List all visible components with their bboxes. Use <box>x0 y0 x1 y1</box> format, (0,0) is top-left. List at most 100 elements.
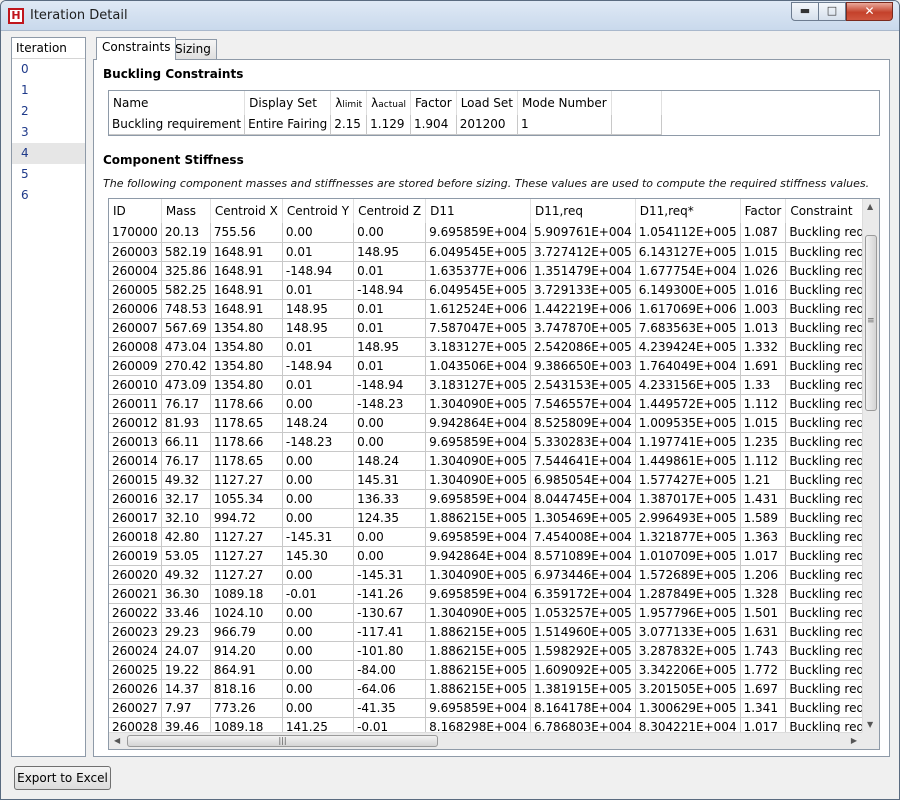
table-cell: Buckling requirement, Mode <box>785 413 862 433</box>
table-row[interactable]: 260025 19.22 864.91 0.00 -84.00 1.886215E+005… <box>109 660 862 680</box>
table-cell: 260010 <box>109 375 162 395</box>
table-row[interactable]: 260018 42.80 1127.27 -145.31 0.00 9.695859E+0… <box>109 527 862 547</box>
iteration-item-3[interactable]: 3 <box>12 122 85 143</box>
table-cell: Buckling requirement, Mode <box>785 679 862 699</box>
iteration-item-5[interactable]: 5 <box>12 164 85 185</box>
table-row[interactable]: 260005 582.25 1648.91 0.01 -148.94 6.049545E+… <box>109 280 862 300</box>
column-header-centroid-x[interactable]: Centroid X <box>210 199 283 223</box>
grip-icon: ||| <box>278 736 287 745</box>
table-cell: 1.341 <box>740 698 787 718</box>
table-cell: Buckling requirement, Mode <box>785 451 862 471</box>
table-cell: 0.00 <box>353 432 427 452</box>
table-cell: 39.46 <box>161 717 211 732</box>
table-row[interactable]: 260028 39.46 1089.18 141.25 -0.01 8.168298E+0… <box>109 717 862 732</box>
table-row[interactable]: 260019 53.05 1127.27 145.30 0.00 9.942864E+00… <box>109 546 862 566</box>
table-row[interactable]: 260012 81.93 1178.65 148.24 0.00 9.942864E+00… <box>109 413 862 433</box>
table-cell: 0.00 <box>282 470 355 490</box>
iteration-item-4[interactable]: 4 <box>12 143 85 164</box>
column-header-load-set[interactable]: Load Set <box>456 91 519 115</box>
table-cell: -145.31 <box>282 527 355 547</box>
maximize-button[interactable]: □ <box>818 2 846 21</box>
table-cell: 1648.91 <box>210 280 283 300</box>
table-row[interactable]: 170000 20.13 755.56 0.00 0.00 9.695859E+004 5.… <box>109 223 862 243</box>
table-row[interactable]: 260003 582.19 1648.91 0.01 148.95 6.049545E+0… <box>109 242 862 262</box>
table-cell: 9.386650E+003 <box>530 356 636 376</box>
iteration-item-2[interactable]: 2 <box>12 101 85 122</box>
table-cell: 1.886215E+005 <box>425 508 531 528</box>
table-row[interactable]: 260008 473.04 1354.80 0.01 148.95 3.183127E+0… <box>109 337 862 357</box>
horizontal-scrollbar[interactable]: ◀ ||| ▶ <box>109 732 862 749</box>
table-row[interactable]: 260007 567.69 1354.80 148.95 0.01 7.587047E+0… <box>109 318 862 338</box>
scroll-right-arrow-icon[interactable]: ▶ <box>851 736 857 745</box>
table-row[interactable]: 260023 29.23 966.79 0.00 -117.41 1.886215E+00… <box>109 622 862 642</box>
scroll-left-arrow-icon[interactable]: ◀ <box>114 736 120 745</box>
column-header-d11-req[interactable]: D11,req <box>530 199 636 223</box>
table-cell: 8.044745E+004 <box>530 489 636 509</box>
table-row[interactable]: 260017 32.10 994.72 0.00 124.35 1.886215E+005… <box>109 508 862 528</box>
table-cell: 49.32 <box>161 470 211 490</box>
table-row[interactable]: 260004 325.86 1648.91 -148.94 0.01 1.635377E+… <box>109 261 862 281</box>
table-cell: 36.30 <box>161 584 211 604</box>
iteration-item-6[interactable]: 6 <box>12 185 85 206</box>
table-cell: 1.617069E+006 <box>635 299 741 319</box>
table-row[interactable]: 260027 7.97 773.26 0.00 -41.35 9.695859E+004 8… <box>109 698 862 718</box>
title-bar[interactable]: H Iteration Detail ▬ □ ✕ <box>1 1 899 31</box>
column-header-lambda-actual[interactable]: λactual <box>366 91 411 115</box>
table-cell: 2.543153E+005 <box>530 375 636 395</box>
table-cell: 1.886215E+005 <box>425 641 531 661</box>
table-row[interactable]: 260022 33.46 1024.10 0.00 -130.67 1.304090E+0… <box>109 603 862 623</box>
table-cell: 3.287832E+005 <box>635 641 741 661</box>
table-cell: 6.973446E+004 <box>530 565 636 585</box>
table-cell: 2.542086E+005 <box>530 337 636 357</box>
column-header-id[interactable]: ID <box>109 199 162 223</box>
table-cell: 260026 <box>109 679 162 699</box>
minimize-button[interactable]: ▬ <box>791 2 819 21</box>
column-header-d11[interactable]: D11 <box>425 199 531 223</box>
table-cell: 0.00 <box>353 546 427 566</box>
table-cell: 8.168298E+004 <box>425 717 531 732</box>
tab-constraints[interactable]: Constraints <box>96 37 177 60</box>
table-cell: 1.304090E+005 <box>425 451 531 471</box>
table-row[interactable]: 260024 24.07 914.20 0.00 -101.80 1.886215E+00… <box>109 641 862 661</box>
column-header-name[interactable]: Name <box>109 91 246 115</box>
table-row[interactable]: 260013 66.11 1178.66 -148.23 0.00 9.695859E+0… <box>109 432 862 452</box>
table-cell: 1.387017E+005 <box>635 489 741 509</box>
horizontal-scroll-thumb[interactable]: ||| <box>127 735 438 747</box>
table-cell: 1.304090E+005 <box>425 565 531 585</box>
column-header-lambda-limit[interactable]: λlimit <box>330 91 368 115</box>
column-header-mass[interactable]: Mass <box>161 199 211 223</box>
scroll-up-arrow-icon[interactable]: ▲ <box>867 202 873 211</box>
vertical-scroll-thumb[interactable]: ≡ <box>865 235 877 411</box>
table-row[interactable]: 260014 76.17 1178.65 0.00 148.24 1.304090E+00… <box>109 451 862 471</box>
table-cell: 1178.66 <box>210 432 283 452</box>
column-header-factor[interactable]: Factor <box>740 199 787 223</box>
column-header-factor[interactable]: Factor <box>410 91 457 115</box>
table-row[interactable]: 260011 76.17 1178.66 0.00 -148.23 1.304090E+0… <box>109 394 862 414</box>
table-row[interactable]: 260009 270.42 1354.80 -148.94 0.01 1.043506E+… <box>109 356 862 376</box>
table-cell: Buckling requirement, Mode <box>785 546 862 566</box>
export-to-excel-button[interactable]: Export to Excel <box>14 766 111 790</box>
scroll-down-arrow-icon[interactable]: ▼ <box>867 720 873 729</box>
table-row[interactable]: 260021 36.30 1089.18 -0.01 -141.26 9.695859E+… <box>109 584 862 604</box>
column-header-d11-req-[interactable]: D11,req* <box>635 199 741 223</box>
table-cell: -148.23 <box>353 394 427 414</box>
table-row[interactable]: 260006 748.53 1648.91 148.95 0.01 1.612524E+0… <box>109 299 862 319</box>
column-header-centroid-y[interactable]: Centroid Y <box>282 199 355 223</box>
table-cell: 66.11 <box>161 432 211 452</box>
vertical-scrollbar[interactable]: ▲ ≡ ▼ <box>862 199 879 732</box>
table-row[interactable]: 260015 49.32 1127.27 0.00 145.31 1.304090E+00… <box>109 470 862 490</box>
buckling-row[interactable]: Buckling requirement Entire Fairing 2.15 1.… <box>109 115 662 135</box>
table-cell: 260028 <box>109 717 162 732</box>
close-button[interactable]: ✕ <box>846 2 893 21</box>
table-row[interactable]: 260020 49.32 1127.27 0.00 -145.31 1.304090E+0… <box>109 565 862 585</box>
iteration-item-0[interactable]: 0 <box>12 59 85 80</box>
column-header-constraint[interactable]: Constraint <box>785 199 862 223</box>
table-row[interactable]: 260016 32.17 1055.34 0.00 136.33 9.695859E+00… <box>109 489 862 509</box>
column-header-display-set[interactable]: Display Set <box>244 91 332 115</box>
table-cell: 148.95 <box>353 242 427 262</box>
column-header-mode-number[interactable]: Mode Number <box>517 91 612 115</box>
iteration-item-1[interactable]: 1 <box>12 80 85 101</box>
table-row[interactable]: 260026 14.37 818.16 0.00 -64.06 1.886215E+005… <box>109 679 862 699</box>
table-row[interactable]: 260010 473.09 1354.80 0.01 -148.94 3.183127E+… <box>109 375 862 395</box>
column-header-centroid-z[interactable]: Centroid Z <box>353 199 427 223</box>
